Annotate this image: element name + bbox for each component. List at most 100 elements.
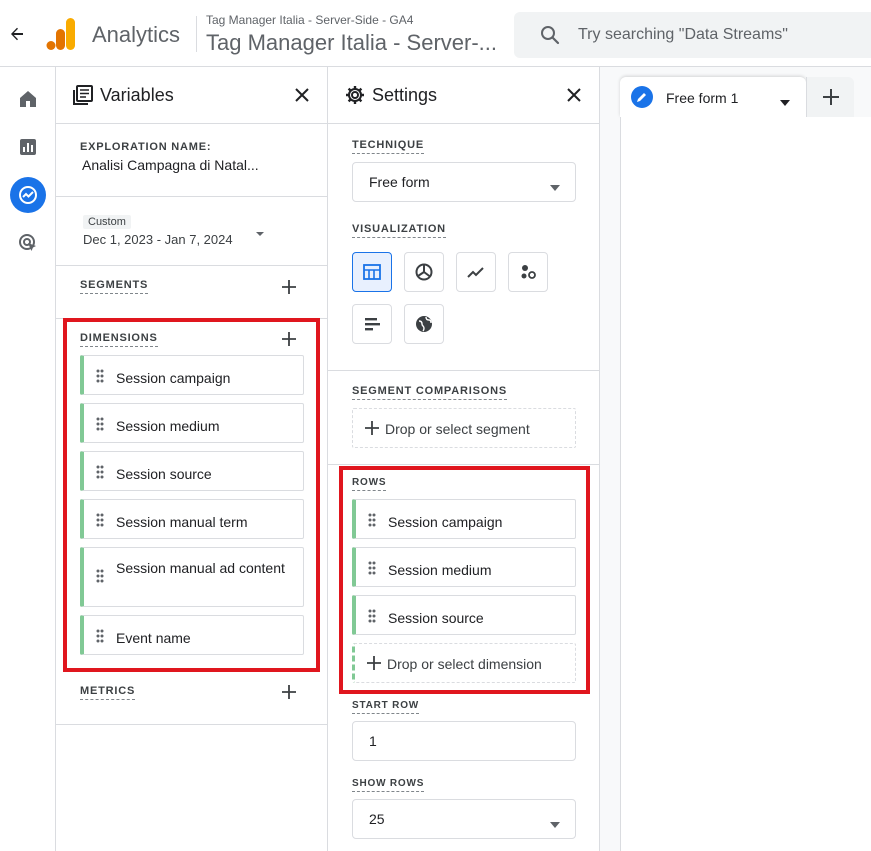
- back-arrow-icon[interactable]: [6, 22, 28, 46]
- search-input[interactable]: [578, 23, 868, 47]
- row-drop-label: Drop or select dimension: [387, 656, 542, 672]
- add-dimension-icon[interactable]: [278, 328, 300, 350]
- row-dimension-pill[interactable]: Session medium: [352, 547, 576, 587]
- advertising-icon[interactable]: [10, 225, 46, 261]
- left-nav-rail: [0, 67, 56, 851]
- analytics-logo: [46, 18, 76, 50]
- technique-select[interactable]: Free form: [352, 162, 576, 202]
- variables-panel-header: Variables: [56, 67, 327, 124]
- reports-icon[interactable]: [10, 129, 46, 165]
- drag-handle-icon[interactable]: [96, 369, 104, 388]
- drag-handle-icon[interactable]: [96, 417, 104, 436]
- scatter-plot-viz-icon[interactable]: [508, 252, 548, 292]
- settings-panel: Settings TECHNIQUE Free form VISUALIZATI…: [328, 67, 600, 851]
- metrics-section: METRICS: [56, 671, 327, 725]
- add-tab-button[interactable]: [806, 77, 854, 117]
- bar-chart-viz-icon[interactable]: [352, 304, 392, 344]
- technique-label: TECHNIQUE: [352, 139, 424, 154]
- date-dropdown-icon[interactable]: [254, 227, 266, 239]
- dimension-pill-label: Session campaign: [116, 370, 231, 386]
- line-chart-viz-icon[interactable]: [456, 252, 496, 292]
- dimension-pill[interactable]: Session campaign: [80, 355, 304, 395]
- explore-icon[interactable]: [10, 177, 46, 213]
- row-pill-label: Session source: [388, 610, 484, 626]
- dimension-pill-label: Session source: [116, 466, 212, 482]
- plus-icon: [822, 89, 839, 105]
- show-rows-select[interactable]: 25: [352, 799, 576, 839]
- date-preset-chip: Custom: [83, 215, 131, 229]
- search-bar[interactable]: [514, 12, 871, 58]
- show-rows-label: SHOW ROWS: [352, 778, 425, 792]
- add-metric-icon[interactable]: [278, 681, 300, 703]
- visualization-label: VISUALIZATION: [352, 223, 446, 238]
- dimension-pill[interactable]: Session medium: [80, 403, 304, 443]
- drag-handle-icon[interactable]: [96, 465, 104, 484]
- variables-panel: Variables EXPLORATION NAME: Analisi Camp…: [56, 67, 328, 851]
- brand-name: Analytics: [92, 22, 181, 47]
- chevron-down-icon: [549, 179, 561, 197]
- add-segment-icon[interactable]: [278, 276, 300, 298]
- drag-handle-icon[interactable]: [368, 609, 376, 628]
- tab-free-form-1[interactable]: Free form 1: [620, 77, 806, 117]
- dimension-pill-label: Session medium: [116, 418, 220, 434]
- search-icon: [540, 25, 560, 50]
- close-variables-icon[interactable]: [291, 84, 313, 106]
- dimension-pill-label: Session manual ad content: [116, 560, 285, 576]
- segments-section: SEGMENTS: [56, 266, 327, 319]
- drag-handle-icon[interactable]: [96, 629, 104, 648]
- dimension-pill-label: Event name: [116, 630, 191, 646]
- dimension-pill[interactable]: Event name: [80, 615, 304, 655]
- variables-icon: [72, 84, 94, 111]
- drag-handle-icon[interactable]: [368, 561, 376, 580]
- dimension-pill-label: Session manual term: [116, 514, 248, 530]
- drag-handle-icon[interactable]: [368, 513, 376, 532]
- settings-panel-header: Settings: [328, 67, 599, 124]
- row-dimension-pill[interactable]: Session campaign: [352, 499, 576, 539]
- dimensions-label: DIMENSIONS: [80, 332, 158, 347]
- date-range-value[interactable]: Dec 1, 2023 - Jan 7, 2024: [83, 232, 233, 247]
- gear-icon: [344, 84, 366, 111]
- row-dimension-pill[interactable]: Session source: [352, 595, 576, 635]
- exploration-name-label: EXPLORATION NAME:: [80, 141, 212, 153]
- plus-icon: [367, 656, 381, 675]
- variables-panel-title: Variables: [100, 85, 174, 105]
- exploration-canvas: Free form 1: [600, 67, 871, 851]
- geo-map-viz-icon[interactable]: [404, 304, 444, 344]
- property-account-path[interactable]: Tag Manager Italia - Server-Side - GA4: [206, 13, 413, 27]
- donut-chart-viz-icon[interactable]: [404, 252, 444, 292]
- drag-handle-icon[interactable]: [96, 513, 104, 532]
- settings-divider: [328, 464, 600, 465]
- home-icon[interactable]: [10, 81, 46, 117]
- header-divider: [196, 16, 197, 52]
- technique-value: Free form: [369, 174, 430, 190]
- exploration-name-field[interactable]: Analisi Campagna di Natal...: [82, 157, 259, 173]
- dimension-pill[interactable]: Session manual ad content: [80, 547, 304, 607]
- drag-handle-icon[interactable]: [96, 569, 104, 588]
- show-rows-value: 25: [369, 811, 385, 827]
- row-pill-label: Session campaign: [388, 514, 503, 530]
- segment-comparisons-label: SEGMENT COMPARISONS: [352, 385, 507, 400]
- canvas-body: [620, 117, 871, 851]
- segment-drop-label: Drop or select segment: [385, 421, 530, 437]
- dimension-pill[interactable]: Session source: [80, 451, 304, 491]
- app-header: Analytics Tag Manager Italia - Server-Si…: [0, 0, 871, 67]
- row-pill-label: Session medium: [388, 562, 492, 578]
- rows-label: ROWS: [352, 477, 387, 491]
- start-row-label: START ROW: [352, 700, 420, 714]
- plus-icon: [365, 421, 379, 440]
- close-settings-icon[interactable]: [563, 84, 585, 106]
- tab-label: Free form 1: [666, 90, 739, 106]
- start-row-input[interactable]: [352, 721, 576, 761]
- row-dimension-drop-zone[interactable]: Drop or select dimension: [352, 643, 576, 683]
- pencil-icon[interactable]: [631, 86, 653, 108]
- metrics-label: METRICS: [80, 685, 136, 700]
- table-viz-icon[interactable]: [352, 252, 392, 292]
- settings-divider: [328, 370, 600, 371]
- chevron-down-icon: [549, 816, 561, 834]
- segments-label: SEGMENTS: [80, 279, 149, 294]
- chevron-down-icon[interactable]: [779, 94, 791, 112]
- settings-panel-title: Settings: [372, 85, 438, 105]
- segment-drop-zone[interactable]: Drop or select segment: [352, 408, 576, 448]
- property-selector[interactable]: Tag Manager Italia - Server-...: [206, 30, 497, 56]
- dimension-pill[interactable]: Session manual term: [80, 499, 304, 539]
